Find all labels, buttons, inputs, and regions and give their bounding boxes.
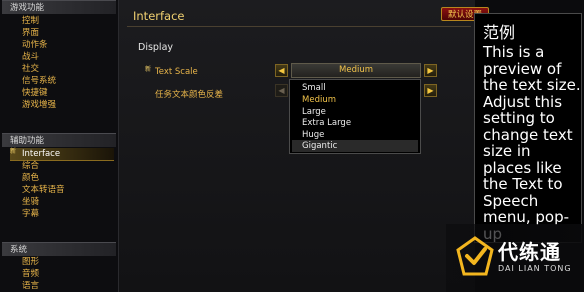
dropdown-option-medium[interactable]: Medium	[302, 95, 336, 105]
logo-chinese-text: 代练通	[498, 240, 561, 264]
section-header-system[interactable]: 系统	[2, 242, 116, 256]
text-scale-label: Text Scale	[155, 67, 198, 77]
sidebar-item-audio[interactable]: 音频	[22, 268, 39, 280]
dropdown-option-extra-large[interactable]: Extra Large	[302, 118, 351, 128]
quest-text-contrast-label: 任务文本颜色反差	[155, 90, 224, 100]
page-title: Interface	[133, 9, 185, 23]
sidebar-item-graphics[interactable]: 图形	[22, 256, 39, 268]
sidebar-item-general[interactable]: 综合	[22, 160, 65, 172]
text-scale-dropdown: Small Medium Large Extra Large Huge Giga…	[289, 79, 421, 154]
sidebar-item-interface[interactable]: Interface	[22, 148, 65, 160]
title-divider	[127, 26, 471, 27]
settings-sidebar: 游戏功能 控制 界面 动作条 战斗 社交 信号系统 快捷键 游戏增强 辅助功能 …	[0, 0, 118, 292]
dropdown-option-huge[interactable]: Huge	[302, 130, 324, 140]
sidebar-item-mounts[interactable]: 坐骑	[22, 196, 65, 208]
text-scale-next-arrow-icon[interactable]: ▶	[424, 64, 437, 77]
text-scale-select[interactable]: Medium	[291, 63, 421, 78]
new-badge: 新	[10, 148, 17, 155]
section-header-accessibility[interactable]: 辅助功能	[2, 133, 116, 147]
preview-tooltip: 范例 This is a preview of the text size. A…	[474, 13, 582, 243]
watermark-logo: 代练通 DAI LIAN TONG	[446, 224, 584, 292]
sidebar-item-text-to-speech[interactable]: 文本转语音	[22, 184, 65, 196]
sidebar-item-language[interactable]: 语言	[22, 280, 39, 292]
quest-contrast-next-arrow-icon[interactable]: ▶	[424, 84, 437, 97]
text-scale-prev-arrow-icon[interactable]: ◀	[275, 64, 288, 77]
sidebar-item-combat[interactable]: 战斗	[22, 51, 56, 63]
logo-english-text: DAI LIAN TONG	[498, 264, 572, 273]
sidebar-item-social[interactable]: 社交	[22, 63, 56, 75]
game-features-list: 控制 界面 动作条 战斗 社交 信号系统 快捷键 游戏增强	[22, 15, 56, 111]
sidebar-item-action-bars[interactable]: 动作条	[22, 39, 56, 51]
sidebar-item-interface-game[interactable]: 界面	[22, 27, 56, 39]
new-badge: 新	[145, 66, 152, 73]
sidebar-item-colors[interactable]: 颜色	[22, 172, 65, 184]
tooltip-body: This is a preview of the text size. Adju…	[483, 43, 581, 242]
sidebar-item-controls[interactable]: 控制	[22, 15, 56, 27]
quest-contrast-prev-arrow-icon[interactable]: ◀	[275, 84, 288, 97]
accessibility-list: Interface 综合 颜色 文本转语音 坐骑 字幕	[22, 148, 65, 220]
settings-main-panel: Interface 默认设置 Display 新 Text Scale ◀ Me…	[118, 0, 489, 292]
logo-icon	[456, 236, 494, 276]
display-section-header: Display	[138, 42, 174, 53]
section-header-game-features[interactable]: 游戏功能	[2, 0, 116, 14]
dropdown-option-small[interactable]: Small	[302, 83, 326, 93]
sidebar-item-keybindings[interactable]: 快捷键	[22, 87, 56, 99]
tooltip-title: 范例	[483, 23, 516, 42]
dropdown-option-gigantic[interactable]: Gigantic	[302, 141, 337, 151]
sidebar-item-subtitles[interactable]: 字幕	[22, 208, 65, 220]
dropdown-option-large[interactable]: Large	[302, 107, 326, 117]
system-list: 图形 音频 语言	[22, 256, 39, 292]
sidebar-item-ping-system[interactable]: 信号系统	[22, 75, 56, 87]
sidebar-item-gameplay-enhancements[interactable]: 游戏增强	[22, 99, 56, 111]
